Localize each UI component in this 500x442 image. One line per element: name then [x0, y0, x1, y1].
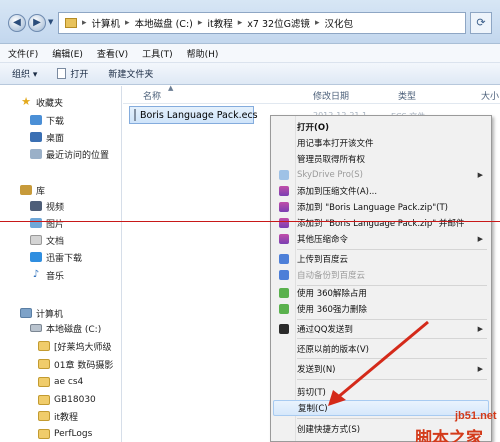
watermark-url: jb51.net: [455, 410, 497, 422]
watermark-text: 脚本之家: [415, 429, 483, 442]
red-arrow-icon: [328, 320, 429, 406]
